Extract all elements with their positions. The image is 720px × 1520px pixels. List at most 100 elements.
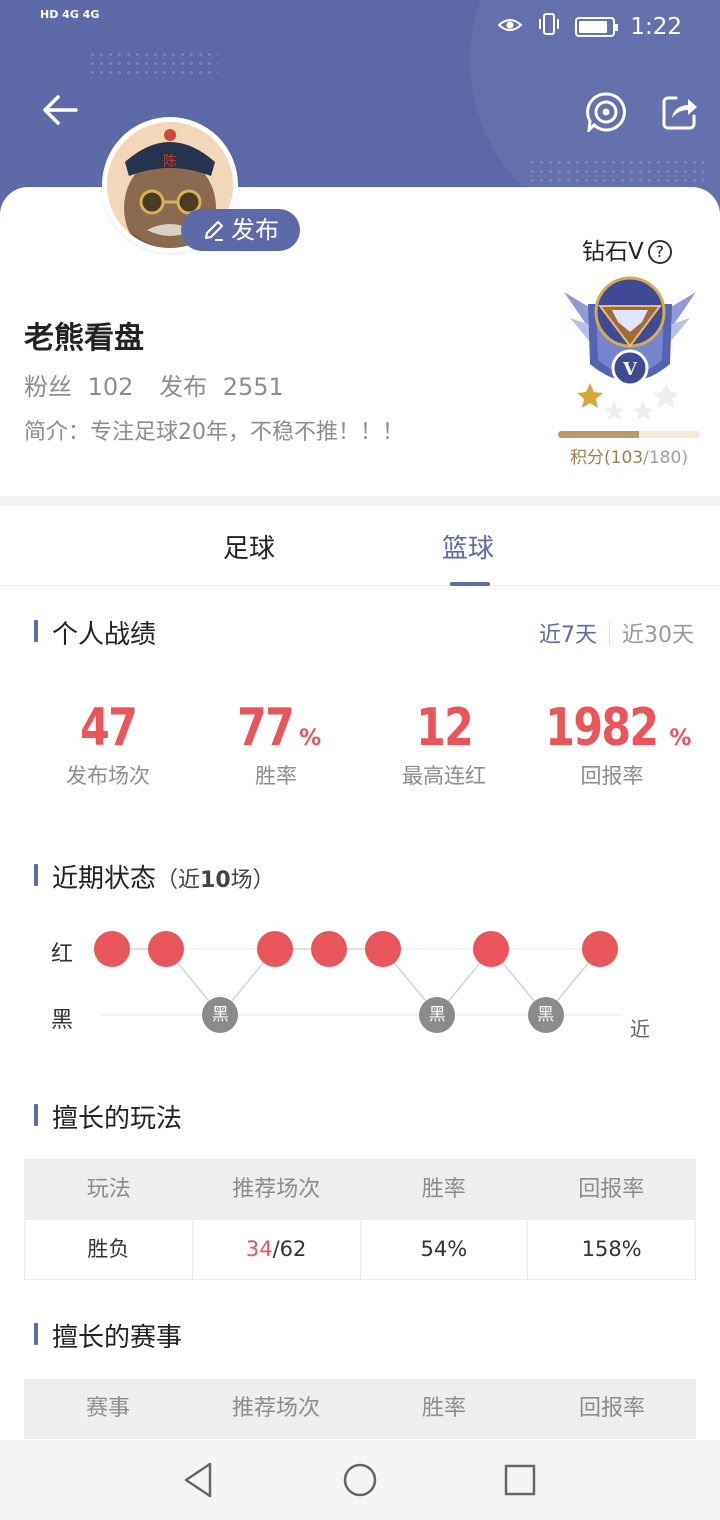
result-red-ball: 红 — [310, 931, 347, 967]
points-progress-fill — [558, 431, 640, 438]
recent-subtitle-num: 10 — [200, 868, 231, 893]
period-7d[interactable]: 近7天 — [539, 623, 597, 648]
stat-value: 47 — [79, 698, 138, 758]
stat-streak: 12 最高连红 — [360, 698, 528, 790]
posts-label: 发布 — [159, 373, 208, 401]
system-recent-button[interactable] — [500, 1460, 540, 1500]
share-button[interactable] — [660, 92, 700, 132]
column-header: 推荐场次 — [231, 1396, 320, 1421]
tab-football[interactable]: 足球 — [223, 528, 275, 565]
battery-icon — [575, 17, 619, 37]
column-header: 胜率 — [421, 1177, 466, 1202]
profile-counts: 粉丝 102 发布 2551 — [24, 367, 284, 402]
fans-count: 102 — [87, 373, 134, 401]
system-back-button[interactable] — [180, 1460, 220, 1500]
result-red-ball: 红 — [94, 931, 130, 967]
period-30d[interactable]: 近30天 — [622, 623, 694, 648]
stat-value: 12 — [415, 698, 474, 758]
column-header: 推荐场次 — [232, 1177, 321, 1202]
svg-text:V: V — [622, 359, 638, 380]
posts-count: 2551 — [222, 373, 284, 401]
network-indicator: HD 4G 4G — [40, 8, 100, 21]
playstyle-title: 擅长的玩法 — [34, 1098, 182, 1135]
result-red-ball: 红 — [148, 931, 185, 967]
table-row[interactable]: 胜负 34/62 54% 158% — [25, 1220, 695, 1279]
column-header: 胜率 — [421, 1396, 466, 1421]
system-home-button[interactable] — [340, 1460, 380, 1500]
stat-win-rate: 77% 胜率 — [192, 698, 360, 790]
pencil-icon — [205, 221, 223, 241]
home-circle-icon — [343, 1463, 377, 1497]
stat-return: 1982% 回报率 — [528, 698, 696, 790]
cell-count: 34/62 — [193, 1220, 361, 1279]
column-header: 玩法 — [86, 1177, 131, 1202]
back-triangle-icon — [184, 1462, 212, 1498]
cell-type: 胜负 — [25, 1220, 193, 1279]
stat-label: 回报率 — [580, 764, 644, 788]
arrow-left-icon — [43, 95, 78, 125]
period-switch: 近7天 近30天 — [539, 617, 694, 649]
clock: 1:22 — [630, 14, 682, 40]
recent-subtitle-post: 场） — [230, 868, 275, 893]
level-title[interactable]: 钻石V? — [582, 232, 672, 266]
column-header: 回报率 — [578, 1396, 645, 1421]
period-separator — [609, 622, 610, 646]
stat-unit: % — [669, 726, 692, 751]
stat-label: 胜率 — [255, 764, 297, 788]
table-header: 赛事 推荐场次 胜率 回报率 — [24, 1379, 696, 1439]
record-title: 个人战绩 — [34, 614, 156, 651]
status-right: 1:22 — [490, 12, 682, 42]
form-trend-line — [112, 947, 601, 1017]
points-current: 积分(103 — [570, 448, 644, 468]
cell-rate: 54% — [361, 1220, 529, 1279]
recent-square-icon — [504, 1464, 536, 1496]
tab-basketball[interactable]: 篮球 — [442, 528, 494, 565]
stat-unit: % — [299, 726, 322, 751]
column-header: 回报率 — [578, 1177, 645, 1202]
status-bar: HD 4G 4G 1:22 — [0, 0, 720, 56]
vibrate-icon — [538, 13, 567, 42]
recent-direction-label: 近 — [630, 1017, 650, 1041]
stat-posts: 47 发布场次 — [24, 698, 192, 790]
events-table: 赛事 推荐场次 胜率 回报率 — [24, 1379, 696, 1439]
events-title: 擅长的赛事 — [34, 1317, 182, 1354]
broadcast-target-icon — [586, 92, 626, 135]
level-badge: V — [560, 270, 700, 428]
recent-subtitle-pre: （近 — [156, 868, 201, 893]
tab-indicator — [450, 582, 490, 586]
profile-bio: 简介：专注足球20年，不稳不推！！！ — [24, 420, 404, 445]
points-max: /180) — [643, 448, 688, 468]
share-icon — [662, 96, 697, 130]
section-divider — [0, 496, 720, 506]
sport-tabs: 足球 篮球 — [0, 506, 720, 586]
cell-wins: 34 — [245, 1237, 273, 1261]
recent-title: 近期状态（近10场） — [34, 858, 275, 895]
result-red-ball: 红 — [581, 931, 618, 967]
back-button[interactable] — [40, 90, 80, 130]
publish-label: 发布 — [231, 216, 279, 244]
cell-return: 158% — [581, 1237, 642, 1261]
profile-name: 老熊看盘 — [24, 321, 144, 356]
result-red-ball: 红 — [365, 931, 401, 967]
stat-label: 最高连红 — [402, 764, 486, 788]
help-icon[interactable]: ? — [647, 240, 672, 264]
fans-label: 粉丝 — [24, 373, 72, 401]
level-name: 钻石V — [582, 239, 644, 265]
recent-subtitle: （近10场） — [156, 868, 275, 893]
result-black-ball: 黑 — [419, 997, 456, 1033]
header-dots — [528, 158, 704, 182]
result-red-ball: 红 — [256, 931, 293, 967]
table-header: 玩法 推荐场次 胜率 回报率 — [25, 1160, 695, 1220]
svg-text:陈: 陈 — [163, 153, 177, 170]
recent-title-text: 近期状态 — [52, 864, 157, 894]
publish-button[interactable]: 发布 — [181, 209, 300, 251]
points-text: 积分(103/180) — [558, 443, 700, 468]
profile-page: HD 4G 4G 1:22 陈 发布 老熊看盘 粉丝 102 发布 2551 简… — [0, 0, 720, 1520]
stat-value: 77 — [236, 698, 295, 758]
diamond-badge-icon: V — [564, 276, 696, 420]
live-button[interactable] — [586, 92, 626, 135]
points-progress — [558, 431, 700, 438]
playstyle-table: 玩法 推荐场次 胜率 回报率 胜负 34/62 54% 158% — [24, 1159, 696, 1280]
stat-label: 发布场次 — [66, 764, 150, 788]
cell-total: /62 — [272, 1237, 307, 1261]
